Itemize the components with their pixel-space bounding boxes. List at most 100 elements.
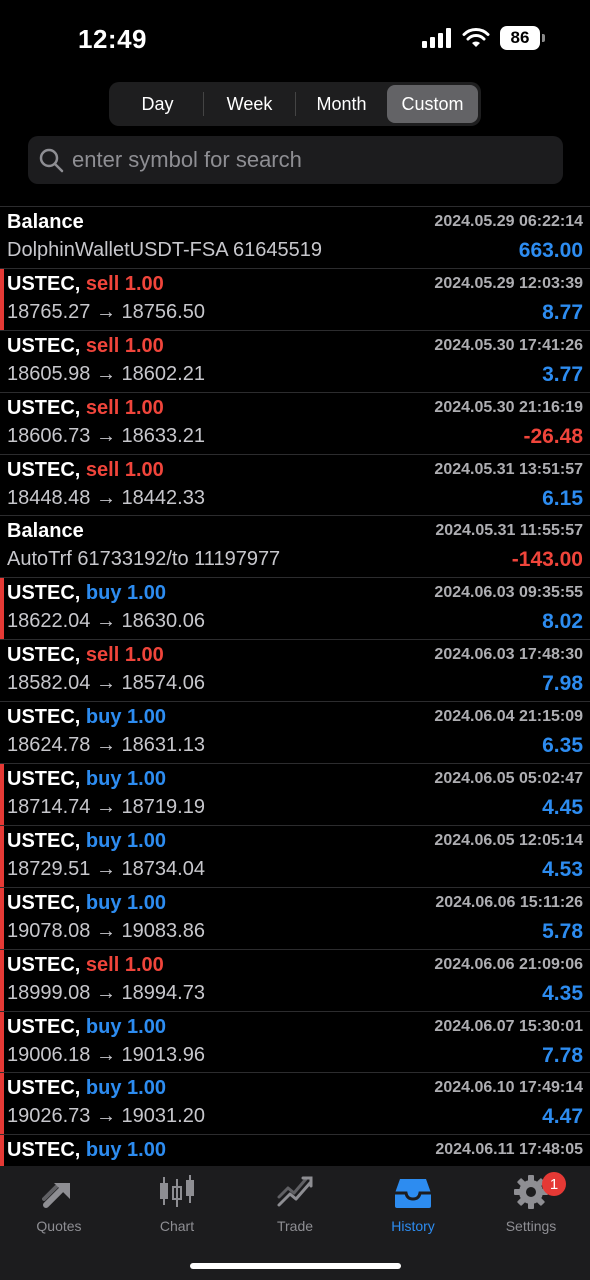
trade-profit: 7.78 bbox=[542, 1043, 583, 1067]
tab-week[interactable]: Week bbox=[204, 85, 295, 123]
symbol-label: USTEC, bbox=[7, 396, 81, 419]
symbol-label: USTEC, bbox=[7, 768, 81, 791]
row-symbol-line: USTEC, buy 1.00 bbox=[7, 1077, 166, 1100]
tab-chart-label: Chart bbox=[159, 1218, 195, 1234]
trade-row[interactable]: USTEC, sell 1.00 18448.48 → 18442.33 2024.… bbox=[0, 455, 590, 517]
row-timestamp: 2024.06.05 12:05:14 bbox=[434, 831, 583, 849]
trade-row[interactable]: USTEC, buy 1.00 18622.04 → 18630.06 2024.0… bbox=[0, 578, 590, 641]
open-close-prices: 18448.48 → 18442.33 bbox=[7, 486, 205, 509]
period-selector: Day Week Month Custom bbox=[109, 82, 481, 126]
row-symbol-line: USTEC, sell 1.00 bbox=[7, 644, 164, 667]
symbol-label: USTEC, bbox=[7, 706, 81, 729]
trade-row[interactable]: USTEC, sell 1.00 18582.04 → 18574.06 2024.… bbox=[0, 640, 590, 703]
trade-row[interactable]: USTEC, buy 1.00 19078.08 → 19083.86 2024.0… bbox=[0, 887, 590, 950]
open-close-prices: 18622.04 → 18630.06 bbox=[7, 610, 205, 633]
search-icon bbox=[39, 148, 64, 173]
trade-icon bbox=[275, 1174, 315, 1210]
trade-profit: 4.35 bbox=[542, 981, 583, 1005]
tab-history[interactable]: History bbox=[354, 1174, 472, 1234]
trade-profit: 3.77 bbox=[542, 362, 583, 386]
tab-settings[interactable]: Settings 1 bbox=[472, 1172, 590, 1234]
row-timestamp: 2024.06.11 17:48:05 bbox=[435, 1141, 583, 1159]
symbol-label: USTEC, bbox=[7, 1077, 81, 1100]
symbol-label: USTEC, bbox=[7, 1015, 81, 1038]
search-bar bbox=[28, 136, 563, 184]
trade-direction: sell 1.00 bbox=[85, 953, 164, 976]
trade-direction: buy 1.00 bbox=[85, 706, 166, 729]
open-close-prices: 18999.08 → 18994.73 bbox=[7, 981, 205, 1004]
trade-row[interactable]: USTEC, buy 1.00 18729.51 → 18734.04 2024.0… bbox=[0, 825, 590, 888]
trade-profit: 7.98 bbox=[542, 672, 583, 696]
trade-direction: buy 1.00 bbox=[85, 768, 166, 791]
row-symbol-line: USTEC, sell 1.00 bbox=[7, 459, 164, 482]
tab-settings-label: Settings bbox=[505, 1218, 557, 1234]
balance-comment: DolphinWalletUSDT-FSA 61645519 bbox=[7, 239, 322, 261]
symbol-label: USTEC, bbox=[7, 272, 81, 295]
trade-profit: 8.77 bbox=[542, 300, 583, 324]
symbol-label: USTEC, bbox=[7, 582, 81, 605]
trade-profit: -26.48 bbox=[523, 424, 583, 448]
row-timestamp: 2024.06.06 15:11:26 bbox=[435, 893, 583, 911]
trade-profit: 4.45 bbox=[542, 796, 583, 820]
search-input[interactable] bbox=[72, 147, 542, 173]
row-symbol-line: USTEC, sell 1.00 bbox=[7, 397, 164, 420]
symbol-label: USTEC, bbox=[7, 891, 81, 914]
row-timestamp: 2024.06.07 15:30:01 bbox=[434, 1017, 583, 1035]
balance-row[interactable]: Balance DolphinWalletUSDT-FSA 61645519 202… bbox=[0, 207, 590, 269]
tab-custom[interactable]: Custom bbox=[387, 85, 478, 123]
tab-day[interactable]: Day bbox=[112, 85, 203, 123]
row-timestamp: 2024.06.05 05:02:47 bbox=[434, 770, 583, 788]
trade-row[interactable]: USTEC, sell 1.00 18999.08 → 18994.73 2024.… bbox=[0, 949, 590, 1012]
trade-profit: 4.53 bbox=[542, 857, 583, 881]
trade-row[interactable]: USTEC, buy 1.00 19026.73 → 19031.20 2024.0… bbox=[0, 1073, 590, 1136]
trade-direction: buy 1.00 bbox=[85, 1015, 166, 1038]
trade-direction: buy 1.00 bbox=[85, 891, 166, 914]
trade-row[interactable]: USTEC, sell 1.00 18606.73 → 18633.21 2024.… bbox=[0, 393, 590, 455]
row-timestamp: 2024.05.30 21:16:19 bbox=[434, 398, 583, 416]
tab-quotes-label: Quotes bbox=[36, 1218, 82, 1234]
symbol-label: USTEC, bbox=[7, 1139, 81, 1162]
row-symbol-line: USTEC, buy 1.00 bbox=[7, 1016, 166, 1039]
row-symbol-line: USTEC, buy 1.00 bbox=[7, 582, 166, 605]
row-symbol-line: USTEC, sell 1.00 bbox=[7, 954, 164, 977]
status-time: 12:49 bbox=[78, 24, 147, 54]
symbol-label: USTEC, bbox=[7, 458, 81, 481]
trade-row[interactable]: USTEC, sell 1.00 18605.98 → 18602.21 2024.… bbox=[0, 331, 590, 393]
battery-level: 86 bbox=[510, 28, 530, 47]
history-list[interactable]: Balance DolphinWalletUSDT-FSA 61645519 202… bbox=[0, 206, 590, 1166]
symbol-label: USTEC, bbox=[7, 334, 81, 357]
open-close-prices: 19026.73 → 19031.20 bbox=[7, 1105, 205, 1128]
tab-month[interactable]: Month bbox=[296, 85, 387, 123]
trade-direction: sell 1.00 bbox=[85, 644, 164, 667]
open-close-prices: 18605.98 → 18602.21 bbox=[7, 362, 205, 385]
trade-profit: 8.02 bbox=[542, 610, 583, 634]
trade-direction: sell 1.00 bbox=[85, 458, 164, 481]
trade-direction: buy 1.00 bbox=[85, 829, 166, 852]
open-close-prices: 18765.27 → 18756.50 bbox=[7, 300, 205, 323]
balance-amount: 663.00 bbox=[518, 239, 583, 262]
trade-row[interactable]: USTEC, buy 1.00 19006.18 → 19013.96 2024.0… bbox=[0, 1011, 590, 1074]
open-close-prices: 18582.04 → 18574.06 bbox=[7, 672, 205, 695]
trade-direction: buy 1.00 bbox=[85, 1077, 166, 1100]
row-symbol-line: USTEC, buy 1.00 bbox=[7, 830, 166, 853]
row-symbol-line: USTEC, buy 1.00 bbox=[7, 706, 166, 729]
row-timestamp: 2024.05.31 13:51:57 bbox=[434, 460, 583, 478]
trade-row[interactable]: USTEC, sell 1.00 18765.27 → 18756.50 2024.… bbox=[0, 268, 590, 331]
trade-profit: 6.15 bbox=[542, 486, 583, 510]
row-timestamp: 2024.05.30 17:41:26 bbox=[434, 336, 583, 354]
row-timestamp: 2024.06.10 17:49:14 bbox=[434, 1079, 583, 1097]
row-title: Balance bbox=[7, 520, 84, 543]
trade-profit: 6.35 bbox=[542, 734, 583, 758]
row-timestamp: 2024.05.29 12:03:39 bbox=[434, 274, 583, 292]
tab-trade[interactable]: Trade bbox=[236, 1174, 354, 1234]
tab-chart[interactable]: Chart bbox=[118, 1174, 236, 1234]
trade-row[interactable]: USTEC, buy 1.00 2024.06.11 17:48:05 bbox=[0, 1135, 590, 1166]
open-close-prices: 18624.78 → 18631.13 bbox=[7, 734, 205, 757]
row-title: Balance bbox=[7, 211, 84, 233]
balance-amount: -143.00 bbox=[511, 548, 583, 572]
tab-quotes[interactable]: Quotes bbox=[0, 1174, 118, 1234]
trade-row[interactable]: USTEC, buy 1.00 18624.78 → 18631.13 2024.0… bbox=[0, 702, 590, 765]
balance-row[interactable]: Balance AutoTrf 61733192/to 11197977 2024.… bbox=[0, 516, 590, 579]
trade-row[interactable]: USTEC, buy 1.00 18714.74 → 18719.19 2024.0… bbox=[0, 764, 590, 826]
row-symbol-line: USTEC, buy 1.00 bbox=[7, 1139, 166, 1162]
